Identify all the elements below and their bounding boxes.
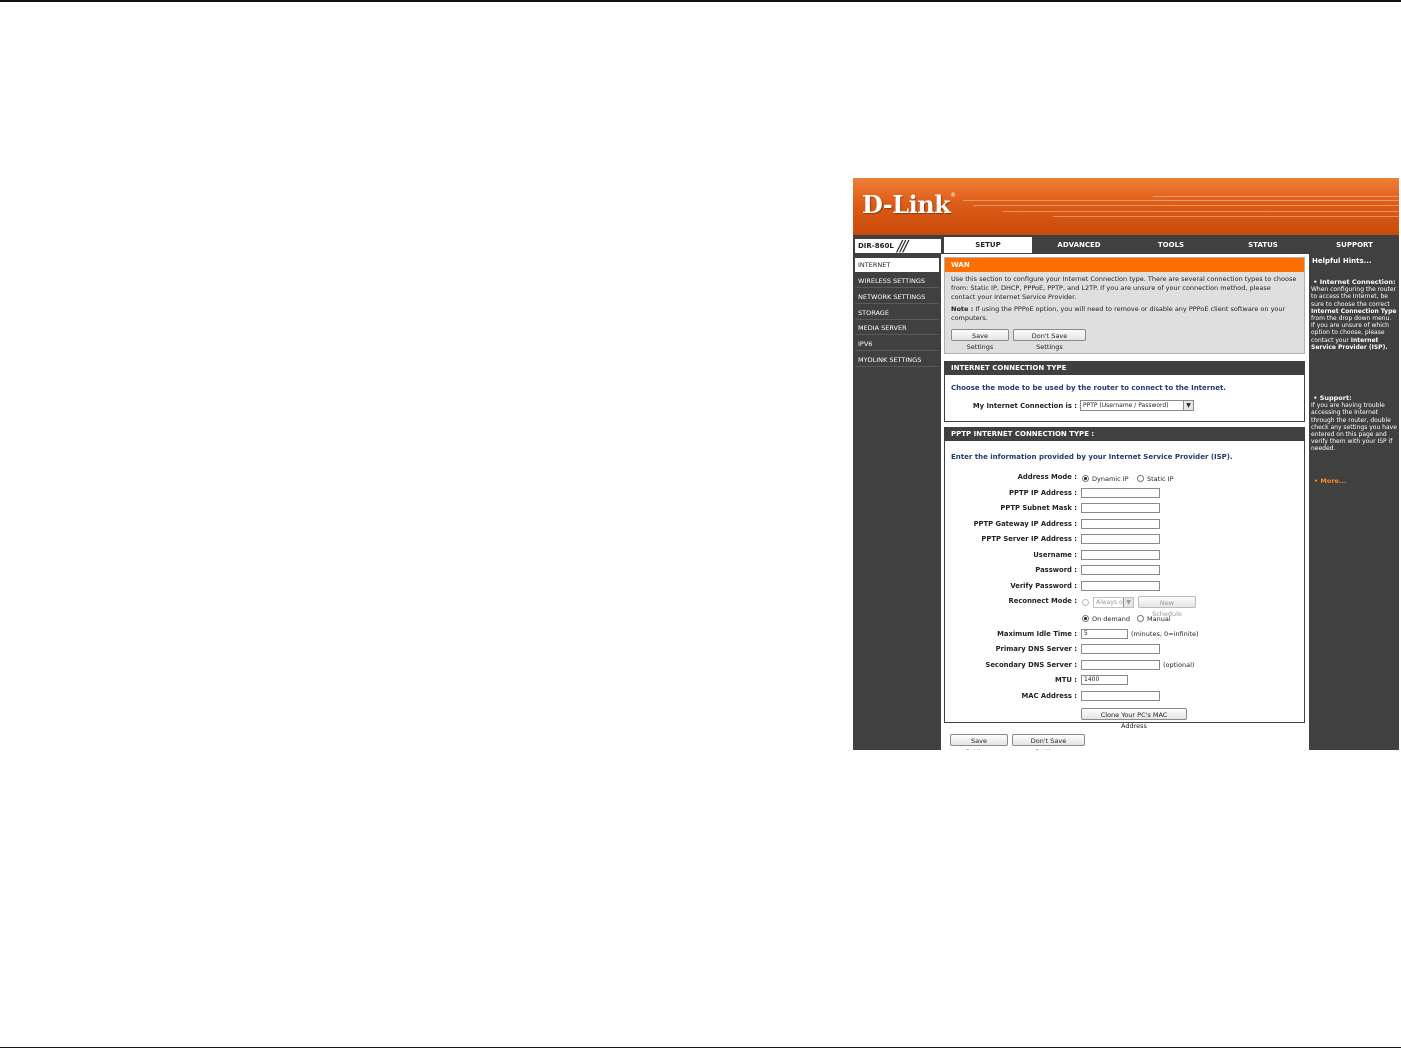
username-label: Username : bbox=[1033, 551, 1077, 559]
address-mode-label: Address Mode : bbox=[1017, 473, 1077, 481]
pptp-gateway-input[interactable] bbox=[1081, 519, 1160, 529]
brand-banner: D-Link ® bbox=[853, 178, 1399, 235]
chevron-down-icon: ▼ bbox=[1183, 401, 1193, 410]
pptp-subnet-mask-input[interactable] bbox=[1081, 503, 1160, 513]
hint-support: • Support: If you are having trouble acc… bbox=[1311, 394, 1397, 453]
pptp-gateway-label: PPTP Gateway IP Address : bbox=[973, 520, 1077, 528]
tab-setup[interactable]: SETUP bbox=[944, 237, 1032, 253]
connection-type-intro: Choose the mode to be used by the router… bbox=[951, 384, 1226, 392]
sidebar-item-media-server[interactable]: MEDIA SERVER bbox=[855, 321, 939, 335]
new-schedule-button[interactable]: New Schedule bbox=[1138, 596, 1196, 618]
dynamic-ip-radio[interactable] bbox=[1082, 475, 1089, 482]
sidebar-item-storage[interactable]: STORAGE bbox=[855, 306, 939, 320]
connection-select-label: My Internet Connection is : bbox=[972, 402, 1077, 410]
model-badge: DIR-860L /// bbox=[855, 237, 941, 255]
model-name: DIR-860L bbox=[858, 242, 894, 250]
hints-title: Helpful Hints... bbox=[1312, 257, 1372, 265]
dont-save-settings-button[interactable]: Don't Save Settings bbox=[1013, 329, 1086, 351]
router-admin-window: D-Link ® DIR-860L /// SETUP ADVANCED TOO… bbox=[853, 178, 1399, 750]
optional-label: (optional) bbox=[1163, 661, 1195, 669]
connection-type-select[interactable]: PPTP (Username / Password) ▼ bbox=[1080, 400, 1194, 411]
primary-dns-input[interactable] bbox=[1081, 644, 1160, 654]
sidebar-item-internet[interactable]: INTERNET bbox=[855, 258, 939, 272]
connection-type-title: INTERNET CONNECTION TYPE bbox=[945, 362, 1304, 375]
footer-save-settings-button[interactable]: Save Settings bbox=[950, 734, 1008, 750]
helpful-hints-panel: Helpful Hints... • Internet Connection: … bbox=[1309, 254, 1399, 750]
sidebar-item-wireless-settings[interactable]: WIRELESS SETTINGS bbox=[855, 274, 939, 288]
wan-note-text: If using the PPPoE option, you will need… bbox=[951, 305, 1286, 322]
manual-label: Manual bbox=[1147, 615, 1171, 623]
bullet-icon: • bbox=[1311, 278, 1320, 286]
mtu-label: MTU : bbox=[1054, 676, 1077, 684]
tab-advanced[interactable]: ADVANCED bbox=[1034, 237, 1124, 253]
dynamic-ip-label: Dynamic IP bbox=[1092, 475, 1129, 483]
hint-support-heading: Support: bbox=[1319, 394, 1352, 402]
top-navigation: DIR-860L /// SETUP ADVANCED TOOLS STATUS… bbox=[853, 235, 1399, 255]
hint-connection-bold: Internet Connection Type bbox=[1311, 307, 1397, 315]
verify-password-label: Verify Password : bbox=[1010, 582, 1077, 590]
manual-radio[interactable] bbox=[1137, 615, 1144, 622]
on-demand-label: On demand bbox=[1092, 615, 1130, 623]
max-idle-time-input[interactable]: 5 bbox=[1081, 629, 1128, 639]
primary-dns-label: Primary DNS Server : bbox=[995, 645, 1077, 653]
reconnect-schedule-value: Always o bbox=[1096, 599, 1123, 606]
sidebar-item-mydlink-settings[interactable]: MYDLINK SETTINGS bbox=[855, 353, 939, 367]
pptp-server-label: PPTP Server IP Address : bbox=[981, 535, 1077, 543]
tab-support[interactable]: SUPPORT bbox=[1310, 237, 1399, 253]
secondary-dns-input[interactable] bbox=[1081, 660, 1160, 670]
password-label: Password : bbox=[1035, 566, 1077, 574]
pptp-server-input[interactable] bbox=[1081, 534, 1160, 544]
username-input[interactable] bbox=[1081, 550, 1160, 560]
tab-tools[interactable]: TOOLS bbox=[1126, 237, 1216, 253]
pptp-ip-address-label: PPTP IP Address : bbox=[1009, 489, 1077, 497]
left-sidebar: INTERNET WIRELESS SETTINGS NETWORK SETTI… bbox=[853, 254, 941, 750]
static-ip-label: Static IP bbox=[1147, 475, 1174, 483]
tab-status[interactable]: STATUS bbox=[1218, 237, 1308, 253]
max-idle-time-label: Maximum Idle Time : bbox=[997, 630, 1077, 638]
internet-connection-type-section: INTERNET CONNECTION TYPE Choose the mode… bbox=[944, 361, 1305, 422]
hint-support-text: If you are having trouble accessing the … bbox=[1311, 402, 1397, 453]
hint-connection-text-1: When configuring the router to access th… bbox=[1311, 286, 1397, 308]
idle-time-hint: (minutes, 0=infinite) bbox=[1131, 630, 1199, 638]
pptp-connection-section: PPTP INTERNET CONNECTION TYPE : Enter th… bbox=[944, 427, 1305, 730]
on-demand-radio[interactable] bbox=[1082, 615, 1089, 622]
connection-type-value: PPTP (Username / Password) bbox=[1083, 402, 1169, 409]
sidebar-item-ipv6[interactable]: IPV6 bbox=[855, 337, 939, 351]
footer-dont-save-settings-button[interactable]: Don't Save Settings bbox=[1012, 734, 1085, 750]
hint-more-label: More... bbox=[1320, 477, 1347, 485]
wan-section: WAN Use this section to configure your I… bbox=[944, 257, 1305, 354]
bullet-icon: • bbox=[1311, 394, 1320, 402]
static-ip-radio[interactable] bbox=[1137, 475, 1144, 482]
page-top-rule bbox=[0, 0, 1401, 2]
registered-mark: ® bbox=[950, 192, 956, 199]
save-settings-button[interactable]: Save Settings bbox=[951, 329, 1009, 351]
pptp-subnet-mask-label: PPTP Subnet Mask : bbox=[1000, 504, 1077, 512]
wan-title: WAN bbox=[945, 258, 1304, 272]
chevron-down-icon: ▼ bbox=[1123, 598, 1133, 607]
mac-address-input[interactable] bbox=[1081, 691, 1160, 701]
reconnect-always-radio[interactable] bbox=[1082, 599, 1089, 606]
verify-password-input[interactable] bbox=[1081, 581, 1160, 591]
page-bottom-rule bbox=[0, 1047, 1401, 1048]
wan-note: Note : If using the PPPoE option, you wi… bbox=[951, 305, 1297, 323]
hint-more-link[interactable]: • More... bbox=[1314, 477, 1346, 485]
wan-description: Use this section to configure your Inter… bbox=[951, 275, 1297, 301]
pptp-title: PPTP INTERNET CONNECTION TYPE : bbox=[945, 428, 1304, 441]
secondary-dns-label: Secondary DNS Server : bbox=[985, 661, 1077, 669]
mtu-input[interactable]: 1400 bbox=[1081, 675, 1128, 685]
hint-connection-heading: Internet Connection: bbox=[1319, 278, 1396, 286]
sidebar-item-network-settings[interactable]: NETWORK SETTINGS bbox=[855, 290, 939, 304]
password-input[interactable] bbox=[1081, 565, 1160, 575]
pptp-ip-address-input[interactable] bbox=[1081, 488, 1160, 498]
slashes-decoration-icon: /// bbox=[897, 237, 908, 255]
reconnect-mode-label: Reconnect Mode : bbox=[1008, 597, 1077, 605]
pptp-intro: Enter the information provided by your I… bbox=[951, 453, 1233, 461]
dlink-logo: D-Link bbox=[862, 190, 951, 219]
wan-note-label: Note : bbox=[951, 305, 974, 313]
reconnect-schedule-select[interactable]: Always o ▼ bbox=[1093, 597, 1134, 608]
mac-address-label: MAC Address : bbox=[1021, 692, 1077, 700]
hint-internet-connection: • Internet Connection: When configuring … bbox=[1311, 278, 1397, 351]
main-content: WAN Use this section to configure your I… bbox=[942, 254, 1308, 750]
clone-mac-address-button[interactable]: Clone Your PC's MAC Address bbox=[1081, 708, 1187, 730]
